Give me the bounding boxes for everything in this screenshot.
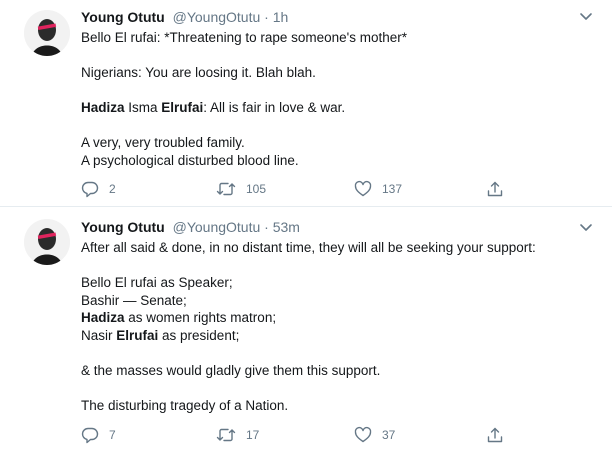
text-segment: After all said & done, in no distant tim… — [81, 240, 536, 255]
like-button[interactable]: 37 — [354, 426, 395, 444]
share-button[interactable] — [486, 426, 514, 444]
text-segment: & the masses would gladly give them this… — [81, 362, 381, 378]
heart-icon — [354, 426, 382, 444]
like-button[interactable]: 137 — [354, 180, 402, 198]
share-button[interactable] — [486, 180, 514, 198]
text-segment: as president; — [158, 327, 240, 343]
tweet-line: The disturbing tragedy of a Nation. — [81, 397, 602, 415]
tweet-line: Hadiza as women rights matron; — [81, 309, 602, 327]
retweet-icon — [216, 180, 246, 198]
tweet-actions: 2 105 137 — [81, 180, 511, 200]
text-segment: Bashir — Senate; — [81, 292, 187, 308]
tweet-header: Young Otutu @YoungOtutu · 53m — [81, 218, 300, 236]
text-segment: A very, very troubled family. — [81, 135, 245, 150]
tweet-text: After all said & done, in no distant tim… — [81, 239, 602, 414]
text-segment: Isma — [124, 100, 162, 115]
timeline-feed: Young Otutu @YoungOtutu · 1h Bello El ru… — [0, 0, 612, 454]
tweet-line: & the masses would gladly give them this… — [81, 362, 602, 380]
tweet-header: Young Otutu @YoungOtutu · 1h — [81, 8, 288, 26]
share-icon — [486, 426, 514, 444]
retweet-count: 105 — [246, 182, 267, 196]
tweet-line: Bello El rufai as Speaker; — [81, 274, 602, 292]
retweet-button[interactable]: 17 — [216, 426, 259, 444]
text-segment: Nigerians: You are loosing it. Blah blah… — [81, 65, 316, 80]
reply-count: 7 — [109, 428, 116, 442]
text-segment: Bello El rufai as Speaker; — [81, 275, 233, 290]
tweet[interactable]: Young Otutu @YoungOtutu · 53m After all … — [0, 207, 612, 454]
tweet-line: Nigerians: You are loosing it. Blah blah… — [81, 64, 602, 82]
bold-term: Hadiza — [81, 100, 125, 115]
separator-dot: · — [264, 219, 269, 235]
retweet-count: 17 — [246, 428, 260, 442]
share-icon — [486, 180, 514, 198]
heart-icon — [354, 180, 382, 198]
tweet-line: After all said & done, in no distant tim… — [81, 239, 602, 257]
like-count: 137 — [382, 182, 403, 196]
tweet-actions: 7 17 37 — [81, 426, 511, 446]
retweet-icon — [216, 426, 246, 444]
separator-dot: · — [264, 9, 269, 25]
bold-term: Elrufai — [161, 100, 204, 115]
text-segment: The disturbing tragedy of a Nation. — [81, 397, 289, 413]
author-handle[interactable]: @YoungOtutu — [173, 219, 261, 235]
avatar[interactable] — [24, 219, 70, 265]
bold-term: Hadiza — [81, 310, 125, 325]
tweet-line: Bashir — Senate; — [81, 292, 602, 310]
tweet-line: Hadiza Isma Elrufai: All is fair in love… — [81, 99, 602, 117]
avatar[interactable] — [24, 10, 70, 56]
reply-button[interactable]: 2 — [81, 180, 116, 198]
author-name[interactable]: Young Otutu — [81, 9, 165, 25]
chevron-down-icon[interactable] — [578, 219, 594, 235]
reply-button[interactable]: 7 — [81, 426, 116, 444]
reply-icon — [81, 426, 109, 444]
text-segment: : All is fair in love & war. — [203, 100, 346, 115]
text-segment: A psychological disturbed blood line. — [81, 152, 299, 168]
author-name[interactable]: Young Otutu — [81, 219, 165, 235]
like-count: 37 — [382, 428, 396, 442]
reply-count: 2 — [109, 182, 116, 196]
text-segment: Bello El rufai: *Threatening to rape som… — [81, 30, 408, 45]
retweet-button[interactable]: 105 — [216, 180, 266, 198]
timestamp[interactable]: 1h — [273, 9, 289, 25]
chevron-down-icon[interactable] — [578, 8, 594, 24]
tweet-line: Bello El rufai: *Threatening to rape som… — [81, 29, 602, 47]
text-segment: as women rights matron; — [124, 310, 277, 325]
text-segment: Nasir — [81, 327, 117, 343]
author-handle[interactable]: @YoungOtutu — [173, 9, 261, 25]
tweet-line: A very, very troubled family. — [81, 134, 602, 152]
reply-icon — [81, 180, 109, 198]
bold-term: Elrufai — [116, 327, 159, 343]
timestamp[interactable]: 53m — [273, 219, 300, 235]
tweet-line: A psychological disturbed blood line. — [81, 152, 602, 170]
tweet-line: Nasir Elrufai as president; — [81, 327, 602, 345]
tweet[interactable]: Young Otutu @YoungOtutu · 1h Bello El ru… — [0, 0, 612, 207]
tweet-text: Bello El rufai: *Threatening to rape som… — [81, 29, 602, 169]
